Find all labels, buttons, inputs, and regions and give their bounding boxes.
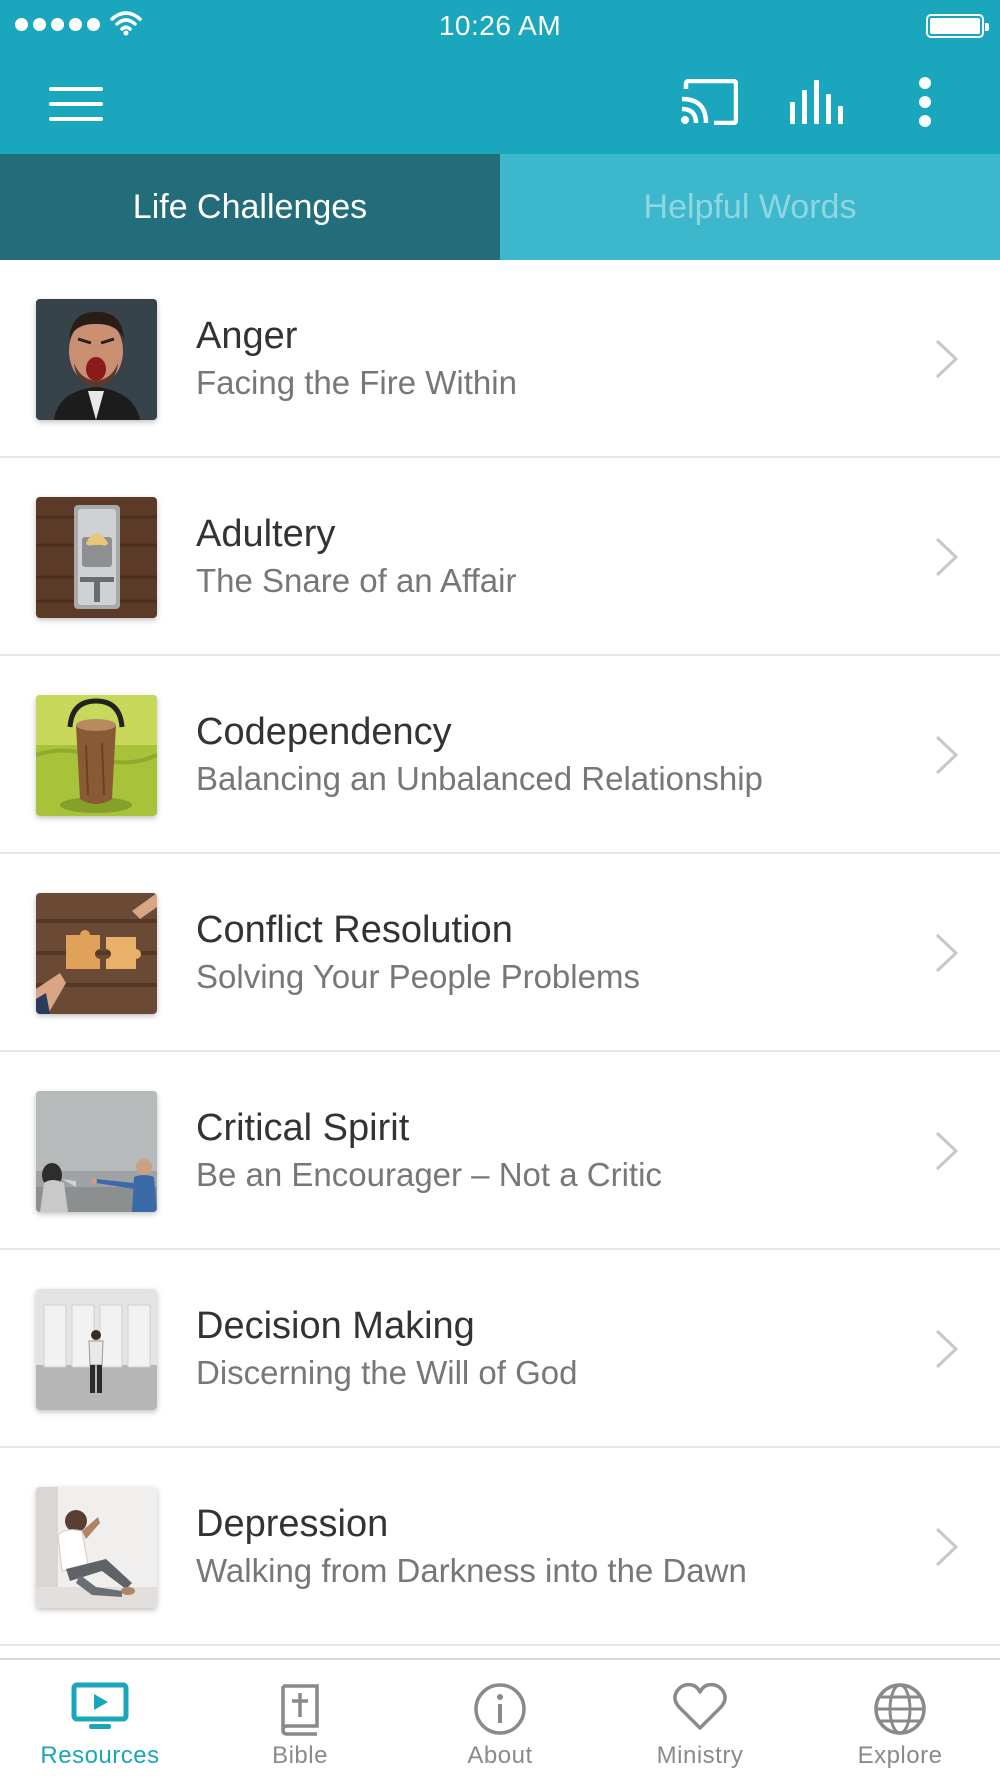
- nav-label: Ministry: [656, 1742, 744, 1769]
- nav-label: Resources: [40, 1742, 160, 1769]
- equalizer-icon[interactable]: [782, 74, 850, 130]
- mousetrap-photo: [36, 497, 157, 618]
- topic-title: Decision Making: [196, 1305, 475, 1347]
- list-item-codependency[interactable]: Codependency Balancing an Unbalanced Rel…: [0, 656, 1000, 854]
- log-on-grass-photo: [36, 695, 157, 816]
- chevron-right-icon: [934, 1526, 960, 1573]
- screaming-man-photo: [36, 299, 157, 420]
- cast-icon[interactable]: [676, 74, 742, 130]
- globe-icon: [800, 1682, 1000, 1736]
- nav-explore[interactable]: Explore: [800, 1660, 1000, 1778]
- nav-label: Explore: [857, 1742, 943, 1769]
- chevron-right-icon: [934, 932, 960, 979]
- info-icon: [400, 1682, 600, 1736]
- topic-subtitle: Balancing an Unbalanced Relationship: [196, 760, 763, 797]
- sad-man-photo: [36, 1487, 157, 1608]
- segment-tabs: Life Challenges Helpful Words: [0, 154, 1000, 260]
- nav-ministry[interactable]: Ministry: [600, 1660, 800, 1778]
- bible-icon: [200, 1682, 400, 1736]
- chevron-right-icon: [934, 338, 960, 385]
- app-toolbar: [0, 52, 1000, 154]
- topic-title: Adultery: [196, 513, 336, 555]
- list-item-adultery[interactable]: Adultery The Snare of an Affair: [0, 458, 1000, 656]
- tv-play-icon: [0, 1682, 200, 1732]
- chevron-right-icon: [934, 734, 960, 781]
- topic-title: Conflict Resolution: [196, 909, 513, 951]
- status-bar: 10:26 AM: [0, 0, 1000, 52]
- topic-subtitle: Walking from Darkness into the Dawn: [196, 1552, 747, 1589]
- topic-title: Anger: [196, 315, 298, 357]
- topic-list: Anger Facing the Fire Within Adultery Th…: [0, 260, 1000, 1646]
- topic-subtitle: Facing the Fire Within: [196, 364, 517, 401]
- list-item-depression[interactable]: Depression Walking from Darkness into th…: [0, 1448, 1000, 1646]
- topic-subtitle: Solving Your People Problems: [196, 958, 640, 995]
- bottom-tab-bar: Resources Bible About Ministry Explore: [0, 1658, 1000, 1778]
- topic-subtitle: The Snare of an Affair: [196, 562, 517, 599]
- puzzle-pieces-photo: [36, 893, 157, 1014]
- status-time: 10:26 AM: [438, 10, 562, 41]
- nav-resources[interactable]: Resources: [0, 1660, 200, 1778]
- topic-subtitle: Be an Encourager – Not a Critic: [196, 1156, 662, 1193]
- list-item-critical-spirit[interactable]: Critical Spirit Be an Encourager – Not a…: [0, 1052, 1000, 1250]
- nav-label: About: [467, 1742, 533, 1769]
- heart-icon: [600, 1682, 800, 1732]
- more-vertical-icon[interactable]: [900, 72, 950, 132]
- tab-helpful-words[interactable]: Helpful Words: [500, 154, 1000, 260]
- chevron-right-icon: [934, 536, 960, 583]
- chevron-right-icon: [934, 1130, 960, 1177]
- nav-bible[interactable]: Bible: [200, 1660, 400, 1778]
- nav-label: Bible: [272, 1742, 328, 1769]
- list-item-conflict-resolution[interactable]: Conflict Resolution Solving Your People …: [0, 854, 1000, 1052]
- topic-subtitle: Discerning the Will of God: [196, 1354, 578, 1391]
- topic-title: Depression: [196, 1503, 389, 1545]
- list-item-anger[interactable]: Anger Facing the Fire Within: [0, 260, 1000, 458]
- nav-about[interactable]: About: [400, 1660, 600, 1778]
- hamburger-menu-icon[interactable]: [40, 78, 112, 130]
- battery-icon: [926, 14, 989, 38]
- topic-title: Critical Spirit: [196, 1107, 410, 1149]
- topic-title: Codependency: [196, 711, 452, 753]
- pointing-men-photo: [36, 1091, 157, 1212]
- tab-life-challenges[interactable]: Life Challenges: [0, 154, 500, 260]
- list-item-decision-making[interactable]: Decision Making Discerning the Will of G…: [0, 1250, 1000, 1448]
- man-facing-doors-photo: [36, 1289, 157, 1410]
- chevron-right-icon: [934, 1328, 960, 1375]
